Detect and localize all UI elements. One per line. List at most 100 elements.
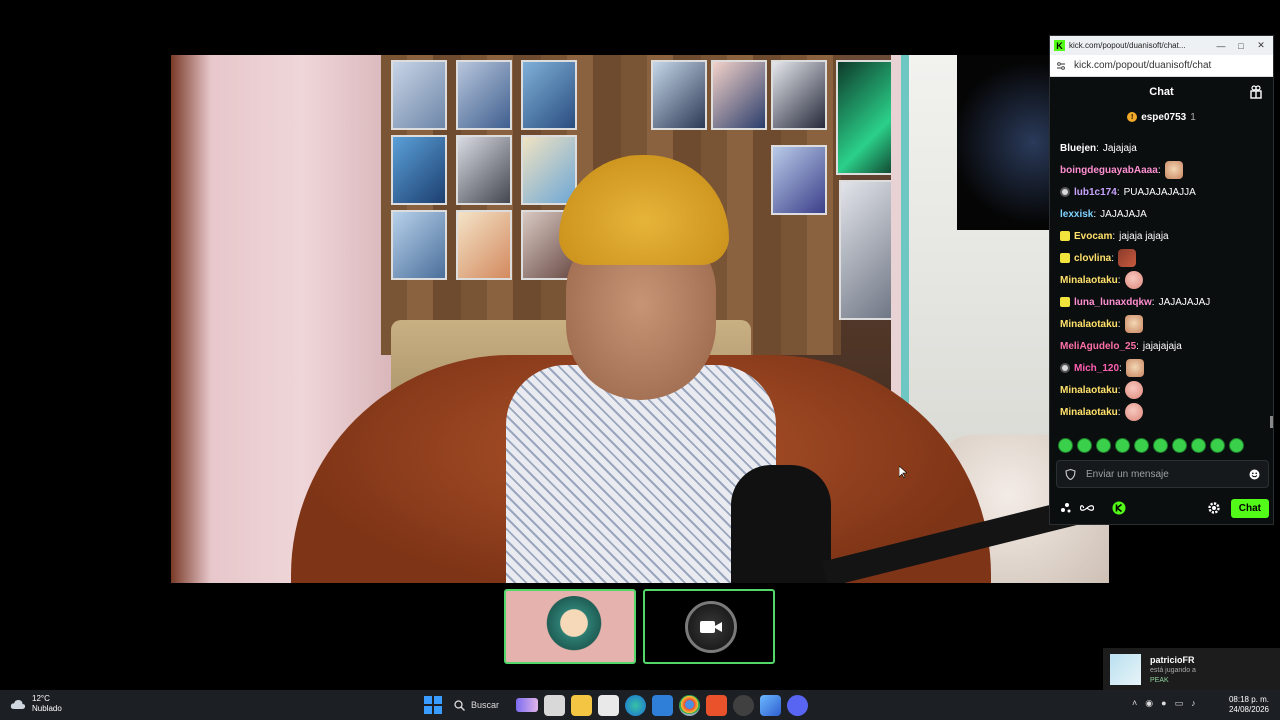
- mod-tools-icon[interactable]: [1060, 502, 1072, 514]
- chat-message[interactable]: lexxisk: JAJAJAJA: [1060, 203, 1273, 225]
- address-bar[interactable]: kick.com/popout/duanisoft/chat: [1050, 55, 1273, 77]
- chat-username[interactable]: Mich_120: [1074, 363, 1119, 374]
- emote-icon[interactable]: [1058, 438, 1073, 453]
- chat-message-text: JAJAJAJAJ: [1158, 296, 1211, 308]
- app-icon[interactable]: [733, 694, 754, 716]
- chat-messages[interactable]: Bluejen: Jajajaja boingdeguayabAaaa: lub1c1…: [1050, 137, 1273, 435]
- emote-icon[interactable]: [1191, 438, 1206, 453]
- stream-viewer: K kick.com/popout/duanisoft/chat... — □ …: [0, 0, 1280, 690]
- send-chat-button[interactable]: Chat: [1230, 498, 1269, 518]
- gear-icon[interactable]: [1207, 501, 1221, 515]
- chat-username[interactable]: MeliAgudelo_25: [1060, 341, 1136, 352]
- username-separator: :: [1111, 252, 1115, 264]
- site-settings-icon[interactable]: [1056, 61, 1066, 71]
- discord-icon[interactable]: [787, 694, 808, 716]
- chat-message[interactable]: Minalaotaku:: [1060, 401, 1273, 423]
- emoji-picker-icon[interactable]: [1249, 469, 1260, 480]
- brave-icon[interactable]: [706, 694, 727, 716]
- friend-name: patricioFR: [1150, 655, 1195, 665]
- display-icon[interactable]: ▭: [1175, 698, 1184, 709]
- stream-video[interactable]: [171, 55, 1109, 583]
- search-icon: [454, 699, 465, 711]
- task-view-icon[interactable]: [544, 694, 565, 716]
- weather-widget[interactable]: 12°C Nublado: [10, 694, 62, 714]
- username-separator: :: [1119, 362, 1122, 374]
- chat-username[interactable]: Minalaotaku: [1060, 275, 1118, 286]
- chat-message[interactable]: boingdeguayabAaaa:: [1060, 159, 1273, 181]
- poster: [771, 60, 827, 130]
- microphone-icon[interactable]: ●: [1161, 698, 1166, 709]
- chat-username[interactable]: clovlina: [1074, 253, 1111, 264]
- message-input[interactable]: [1086, 468, 1239, 480]
- store-icon[interactable]: [598, 694, 619, 716]
- cloud-icon: [10, 699, 26, 709]
- emote-icon[interactable]: [1096, 438, 1111, 453]
- chat-message[interactable]: Mich_120:: [1060, 357, 1273, 379]
- chat-message[interactable]: lub1c174: PUAJAJAJAJJA: [1060, 181, 1273, 203]
- network-icon[interactable]: ◉: [1145, 698, 1153, 709]
- taskbar-clock[interactable]: 08:18 p. m. 24/08/2026: [1225, 695, 1269, 715]
- chat-username[interactable]: Evocam: [1074, 231, 1112, 242]
- participant-thumbnail-2[interactable]: [643, 589, 775, 664]
- chat-scrollbar[interactable]: [1270, 416, 1273, 428]
- infinity-icon[interactable]: [1080, 503, 1094, 513]
- emote-icon[interactable]: [1229, 438, 1244, 453]
- minimize-icon[interactable]: —: [1213, 41, 1229, 51]
- system-tray: ˄ ◉ ● ▭ ♪: [1132, 698, 1196, 709]
- gift-badge-icon: !: [1127, 112, 1138, 122]
- close-icon[interactable]: ✕: [1253, 40, 1269, 51]
- mail-icon[interactable]: [652, 694, 673, 716]
- streamer: [291, 145, 991, 583]
- emote-icon[interactable]: [1172, 438, 1187, 453]
- discord-activity-toast[interactable]: patricioFR está jugando a PEAK: [1103, 648, 1280, 690]
- chat-username[interactable]: Bluejen: [1060, 143, 1096, 154]
- volume-icon[interactable]: ♪: [1191, 698, 1196, 709]
- chat-message[interactable]: Bluejen: Jajajaja: [1060, 137, 1273, 159]
- chat-message-text: jajajajaja: [1142, 340, 1182, 352]
- shield-icon: [1065, 468, 1076, 480]
- window-titlebar[interactable]: K kick.com/popout/duanisoft/chat... — □ …: [1050, 36, 1273, 55]
- participant-thumbnail-1[interactable]: [504, 589, 636, 664]
- edge-icon[interactable]: [625, 694, 646, 716]
- chat-popout-window[interactable]: K kick.com/popout/duanisoft/chat... — □ …: [1049, 35, 1274, 525]
- emote-icon[interactable]: [1153, 438, 1168, 453]
- chevron-up-icon[interactable]: ˄: [1132, 698, 1137, 709]
- chat-message[interactable]: Minalaotaku:: [1060, 313, 1273, 335]
- file-explorer-icon[interactable]: [571, 694, 592, 716]
- username-separator: :: [1096, 142, 1099, 154]
- chat-message[interactable]: Minalaotaku:: [1060, 269, 1273, 291]
- username-separator: :: [1136, 340, 1139, 352]
- emote-icon[interactable]: [1210, 438, 1225, 453]
- search-highlight-icon: [516, 698, 538, 712]
- start-button[interactable]: [424, 696, 442, 714]
- emote-icon[interactable]: [1134, 438, 1149, 453]
- subscriber-badge-icon: [1060, 253, 1070, 263]
- chat-username[interactable]: Minalaotaku: [1060, 407, 1118, 418]
- emote-icon[interactable]: [1115, 438, 1130, 453]
- mouse-cursor: [899, 466, 907, 478]
- friend-avatar: [1110, 654, 1141, 685]
- maximize-icon[interactable]: □: [1233, 41, 1249, 51]
- emote-image-icon: [1124, 315, 1143, 333]
- chat-message[interactable]: clovlina:: [1060, 247, 1273, 269]
- pinned-gifter[interactable]: ! espe0753 1: [1050, 107, 1273, 127]
- taskbar-search[interactable]: Buscar: [448, 694, 538, 716]
- chat-message[interactable]: Minalaotaku:: [1060, 379, 1273, 401]
- chat-username[interactable]: luna_lunaxdqkw: [1074, 297, 1152, 308]
- chat-message[interactable]: luna_lunaxdqkw: JAJAJAJAJ: [1060, 291, 1273, 313]
- chrome-icon[interactable]: [679, 694, 700, 716]
- chat-title: Chat: [1149, 86, 1174, 98]
- chat-message[interactable]: Evocam: jajaja jajaja: [1060, 225, 1273, 247]
- app-icon[interactable]: [760, 694, 781, 716]
- username-separator: :: [1112, 230, 1116, 242]
- chat-username[interactable]: lexxisk: [1060, 209, 1093, 220]
- chat-message[interactable]: MeliAgudelo_25: jajajajaja: [1060, 335, 1273, 357]
- emote-icon[interactable]: [1077, 438, 1092, 453]
- chat-username[interactable]: lub1c174: [1074, 187, 1117, 198]
- kick-coin-icon[interactable]: [1112, 501, 1126, 515]
- message-input-box[interactable]: [1056, 460, 1269, 488]
- chat-username[interactable]: Minalaotaku: [1060, 385, 1118, 396]
- users-icon[interactable]: [1249, 85, 1263, 99]
- chat-username[interactable]: boingdeguayabAaaa: [1060, 165, 1158, 176]
- chat-username[interactable]: Minalaotaku: [1060, 319, 1118, 330]
